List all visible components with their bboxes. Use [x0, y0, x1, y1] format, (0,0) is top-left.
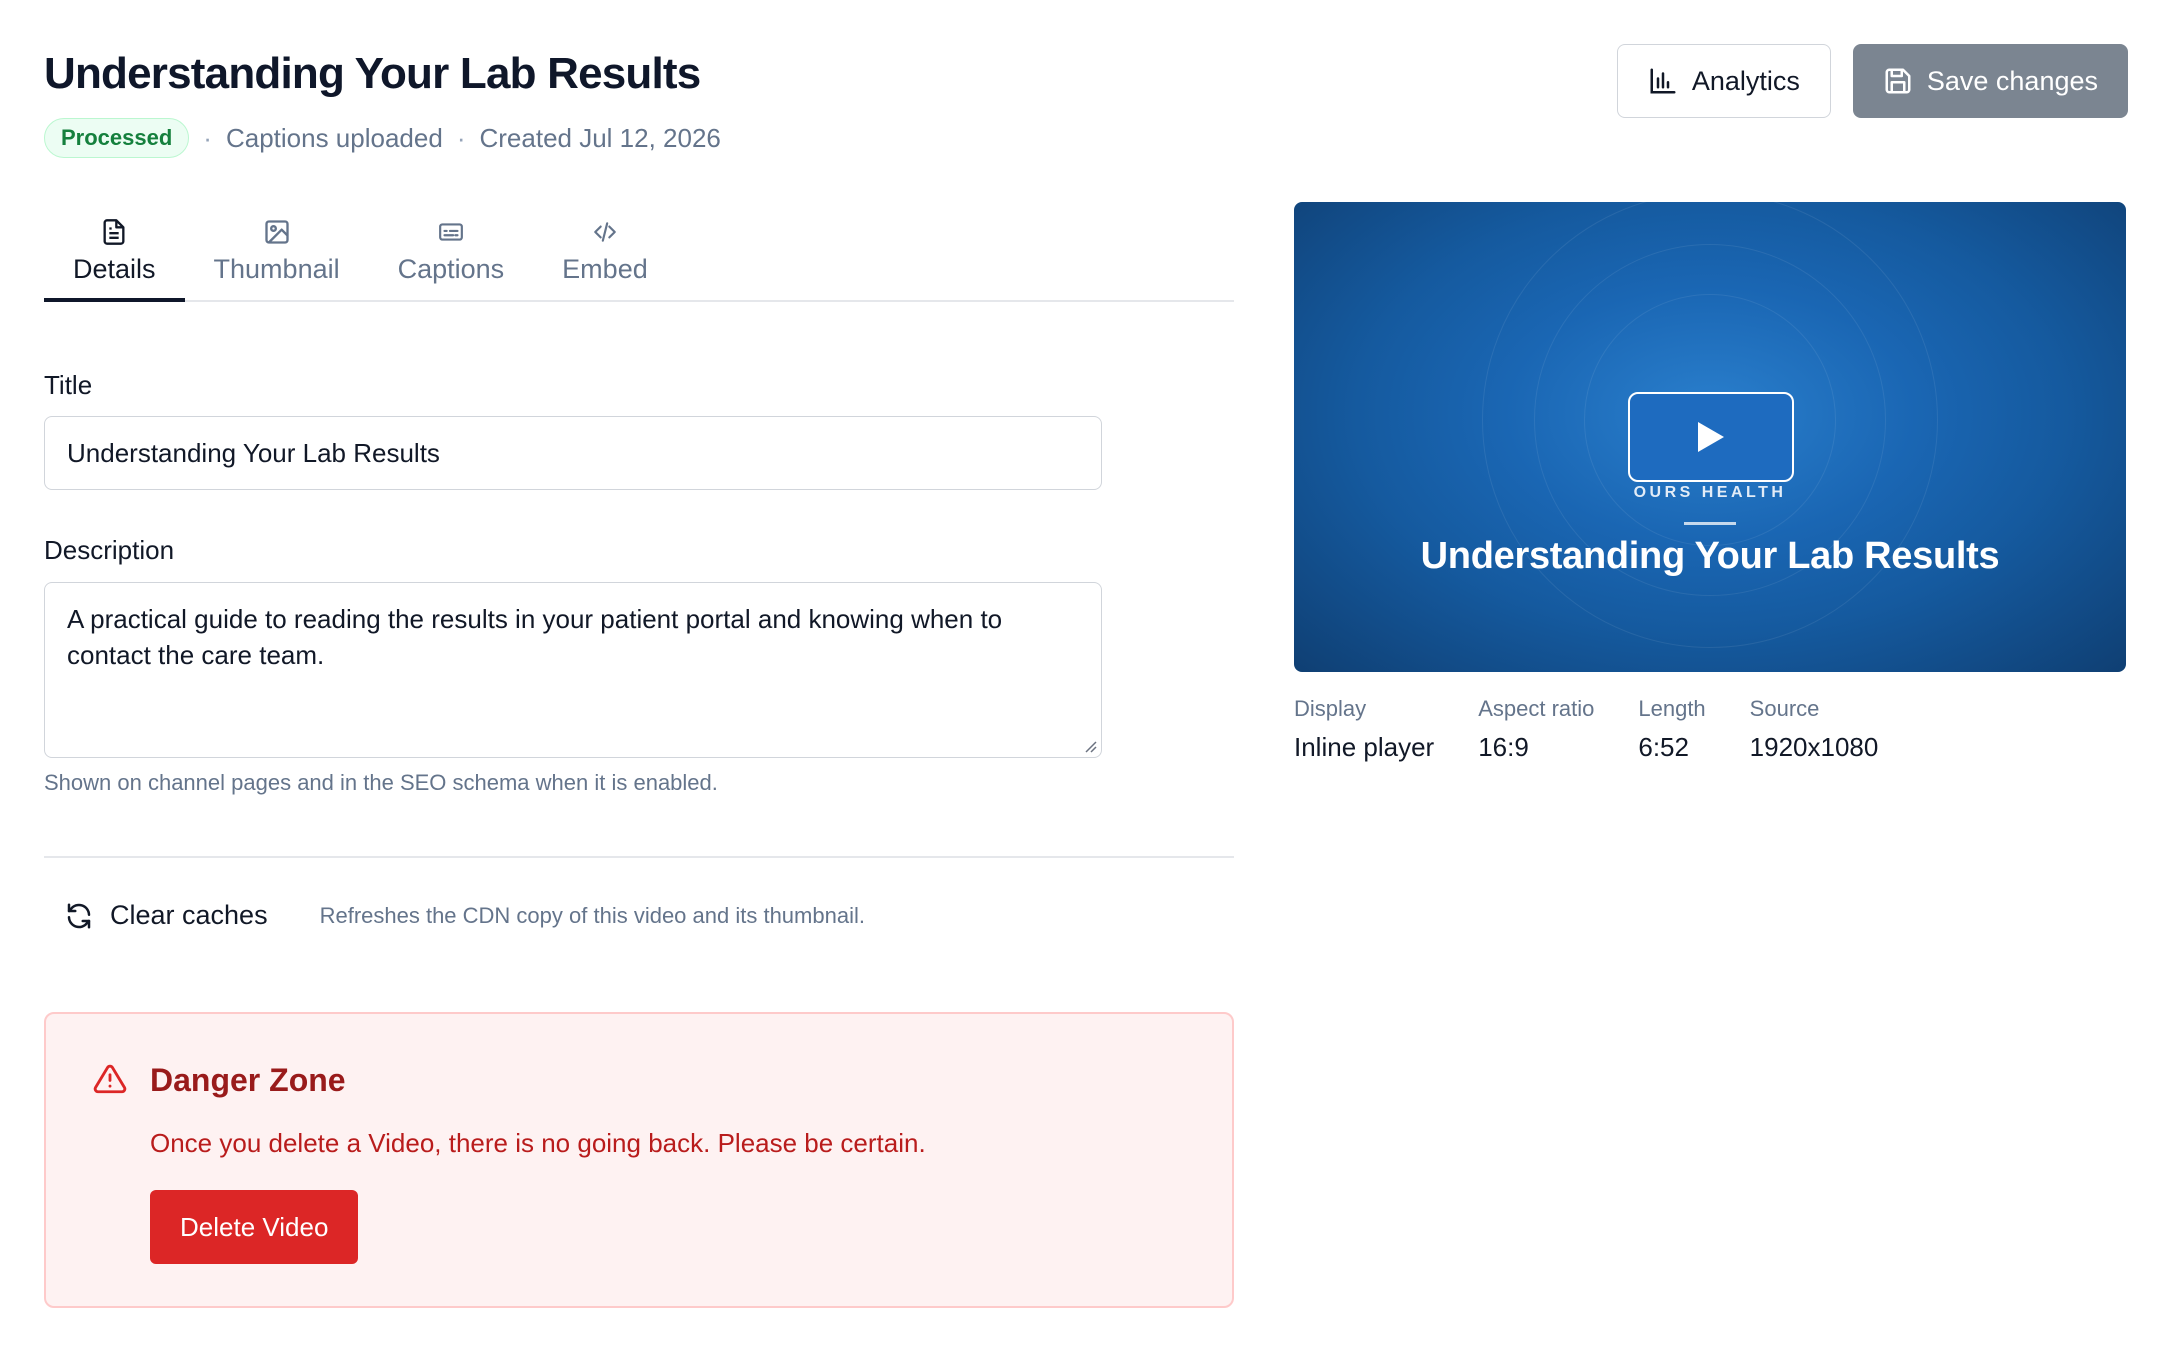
status-badge: Processed	[44, 118, 190, 158]
warning-icon	[93, 1064, 127, 1094]
refresh-icon	[67, 903, 91, 928]
image-icon	[263, 216, 291, 248]
tab-thumbnail[interactable]: Thumbnail	[185, 210, 369, 300]
video-preview[interactable]: OURS HEALTH Understanding Your Lab Resul…	[1294, 202, 2126, 672]
stat-label: Display	[1294, 696, 1367, 721]
brand-underline	[1684, 522, 1736, 525]
save-label: Save changes	[1926, 65, 2098, 96]
bar-chart-icon	[1650, 68, 1676, 94]
tab-label: Captions	[397, 254, 505, 284]
meta-separator: ·	[203, 122, 212, 153]
tab-captions[interactable]: Captions	[369, 210, 534, 300]
analytics-button[interactable]: Analytics	[1616, 44, 1831, 118]
clear-caches-button[interactable]: Clear caches	[64, 900, 268, 931]
video-stats: Display Inline player Aspect ratio 16:9 …	[1294, 696, 1922, 763]
stat-value: 16:9	[1478, 732, 1529, 762]
clear-caches-row: Clear caches Refreshes the CDN copy of t…	[64, 900, 865, 931]
meta-separator: ·	[456, 122, 466, 153]
page-header: Understanding Your Lab Results Processed…	[44, 44, 2128, 164]
analytics-label: Analytics	[1691, 65, 1800, 96]
stat-label: Aspect ratio	[1478, 696, 1595, 721]
tab-details[interactable]: Details	[44, 210, 185, 302]
save-icon	[1885, 68, 1911, 94]
clear-caches-description: Refreshes the CDN copy of this video and…	[319, 902, 865, 928]
document-icon	[100, 216, 128, 248]
stat-value: 1920x1080	[1749, 732, 1879, 762]
tab-bar: Details Thumbnail Captions Embed	[44, 210, 1234, 302]
stat-value: 6:52	[1638, 732, 1689, 762]
delete-video-button[interactable]: Delete Video	[150, 1190, 359, 1264]
tab-label: Thumbnail	[213, 254, 340, 284]
created-date: Created Jul 12, 2026	[479, 122, 721, 153]
danger-zone-title: Danger Zone	[150, 1062, 346, 1098]
play-button[interactable]	[1628, 392, 1794, 482]
description-help: Shown on channel pages and in the SEO sc…	[44, 770, 718, 795]
description-value: A practical guide to reading the results…	[67, 604, 1003, 670]
play-icon	[1698, 422, 1724, 452]
tab-embed[interactable]: Embed	[533, 210, 677, 300]
stat-display: Display Inline player	[1294, 696, 1434, 763]
stat-label: Length	[1638, 696, 1706, 721]
description-label: Description	[44, 535, 175, 565]
stat-length: Length 6:52	[1638, 696, 1705, 763]
title-input[interactable]: Understanding Your Lab Results	[44, 416, 1102, 490]
header-actions: Analytics Save changes	[1616, 44, 2128, 118]
danger-zone: Danger Zone Once you delete a Video, the…	[44, 1012, 1234, 1308]
description-textarea[interactable]: A practical guide to reading the results…	[44, 582, 1102, 758]
stat-aspect-ratio: Aspect ratio 16:9	[1478, 696, 1594, 763]
video-meta: Processed · Captions uploaded · Created …	[44, 118, 2128, 158]
title-input-value: Understanding Your Lab Results	[67, 437, 440, 468]
stat-label: Source	[1749, 696, 1820, 721]
stat-source: Source 1920x1080	[1750, 696, 1879, 763]
captions-status: Captions uploaded	[225, 122, 443, 153]
danger-zone-warning: Once you delete a Video, there is no goi…	[150, 1128, 926, 1158]
code-icon	[590, 216, 620, 248]
captions-icon	[436, 216, 466, 248]
section-divider	[44, 856, 1234, 858]
brand-label: OURS HEALTH	[1633, 484, 1787, 501]
title-label: Title	[44, 370, 93, 400]
clear-caches-label: Clear caches	[110, 900, 268, 930]
tab-label: Embed	[562, 254, 648, 284]
save-changes-button[interactable]: Save changes	[1852, 44, 2128, 118]
preview-title: Understanding Your Lab Results	[1420, 535, 2000, 577]
resize-handle-icon[interactable]	[1083, 739, 1097, 753]
tab-label: Details	[73, 254, 156, 284]
stat-value: Inline player	[1294, 732, 1435, 762]
